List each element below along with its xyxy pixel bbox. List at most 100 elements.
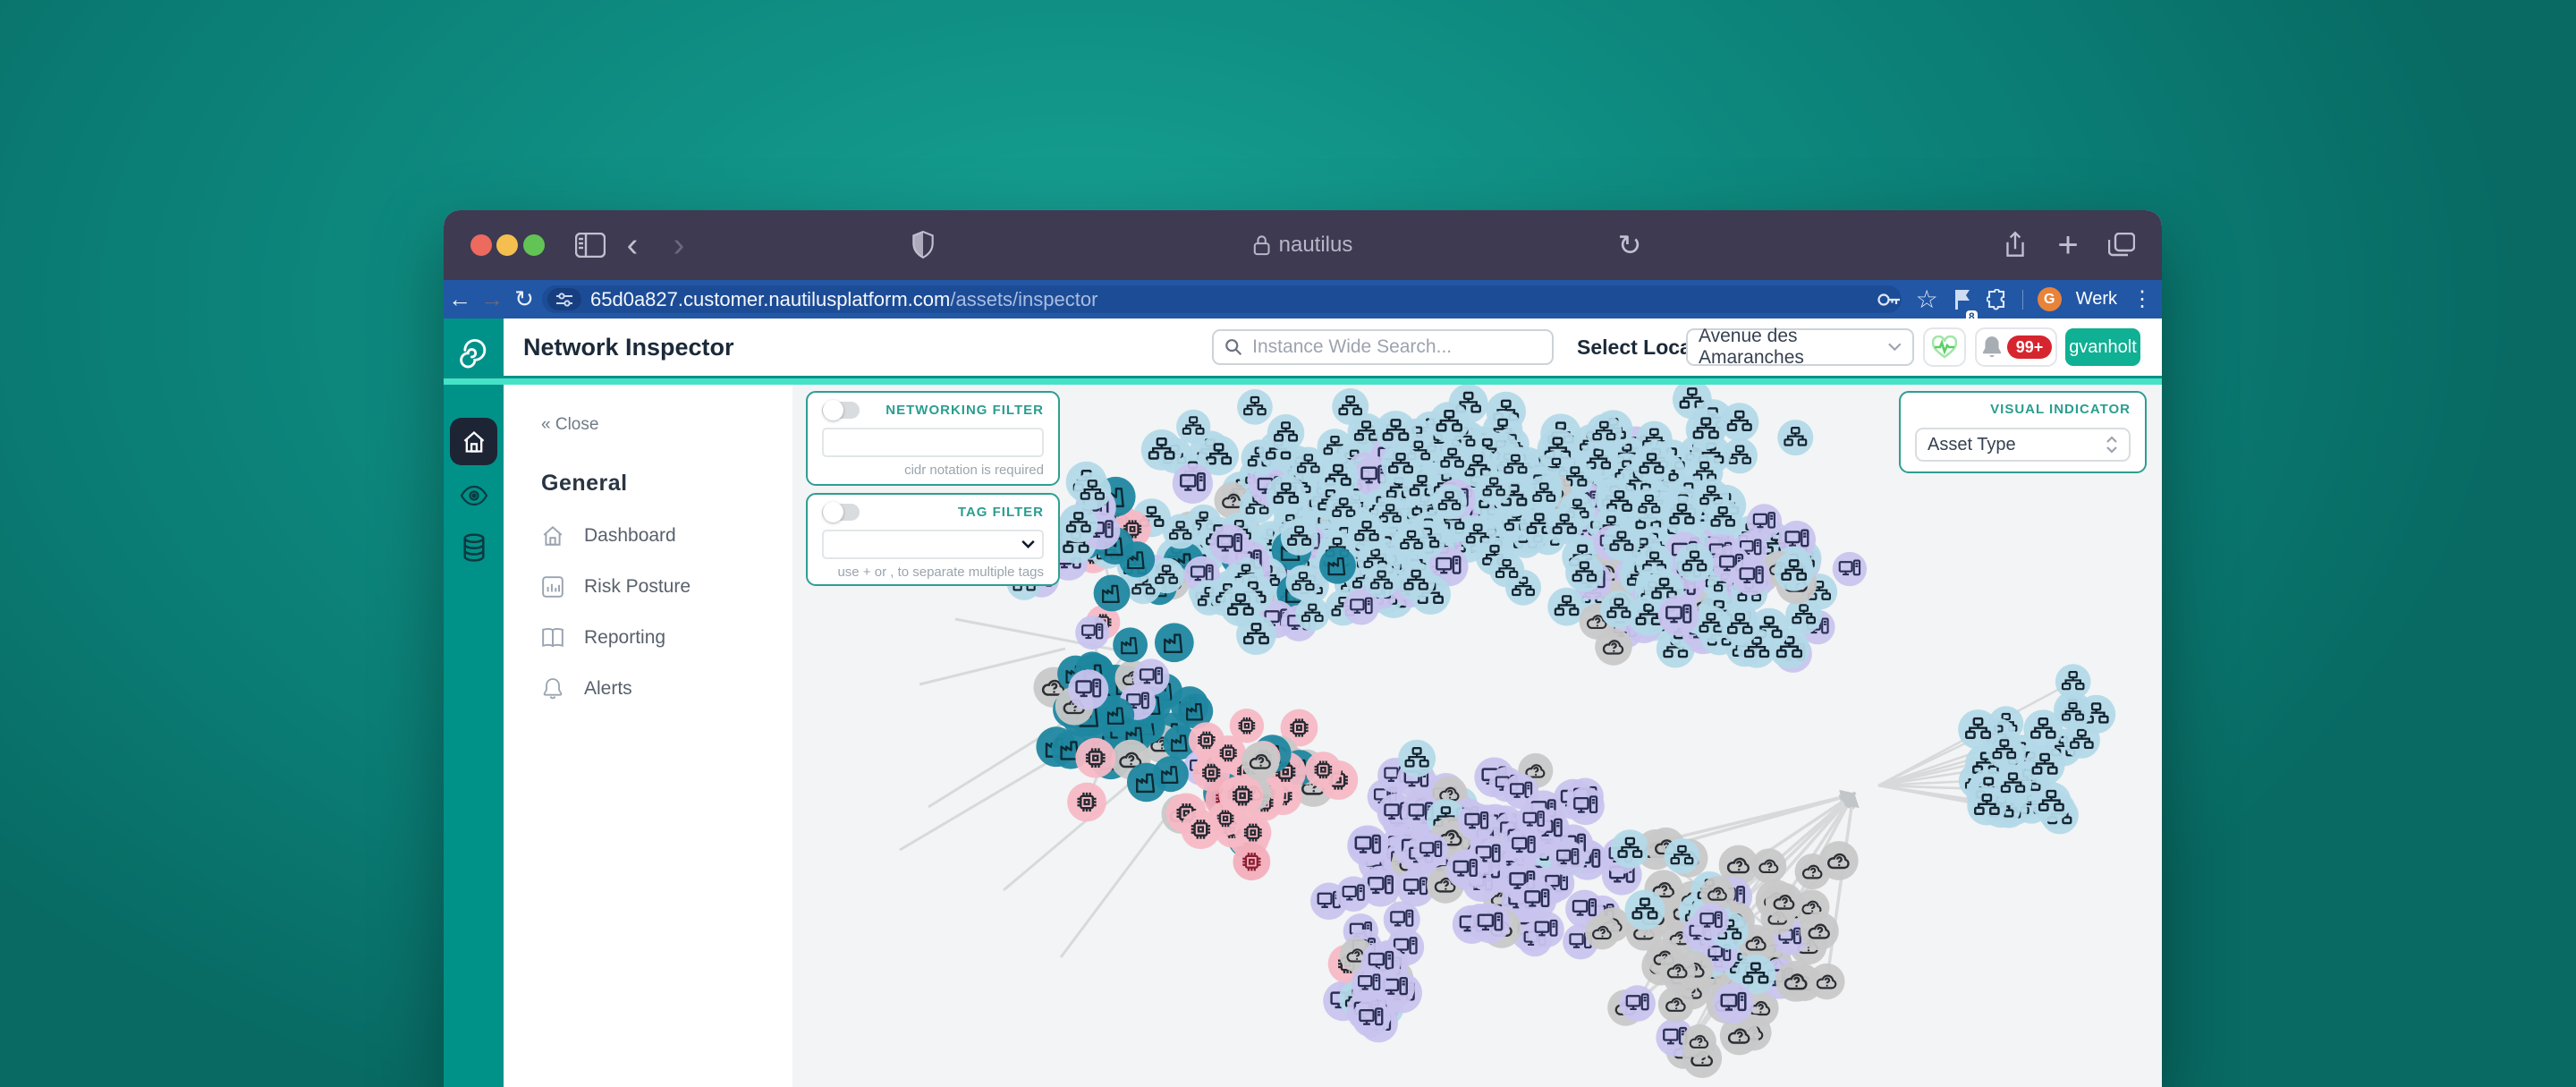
graph-node-workstation[interactable]: [1446, 850, 1485, 888]
graph-node-lan[interactable]: [1397, 562, 1436, 600]
graph-node-workstation[interactable]: [1347, 825, 1388, 866]
back-icon[interactable]: ‹: [619, 210, 646, 280]
graph-node-lan[interactable]: [1704, 499, 1741, 537]
graph-node-chip[interactable]: [1233, 843, 1270, 880]
graph-node-cloud[interactable]: [1751, 848, 1786, 883]
graph-node-factory[interactable]: [1113, 627, 1148, 662]
graph-node-chip[interactable]: [1181, 810, 1220, 849]
graph-node-workstation[interactable]: [1733, 557, 1771, 596]
graph-node-lan[interactable]: [1611, 829, 1649, 868]
graph-node-lan[interactable]: [1428, 402, 1470, 443]
graph-node-lan[interactable]: [1686, 409, 1726, 449]
cidr-filter-input[interactable]: [822, 428, 1044, 457]
graph-node-lan[interactable]: [1586, 414, 1622, 450]
graph-node-lan[interactable]: [1663, 496, 1702, 535]
graph-node-lan[interactable]: [1774, 551, 1813, 590]
user-menu-button[interactable]: gvanholt: [2065, 328, 2140, 366]
graph-node-cloud[interactable]: [1595, 628, 1632, 666]
graph-node-lan[interactable]: [1381, 446, 1419, 484]
graph-node-cloud[interactable]: [1241, 743, 1280, 781]
nav-item-reporting[interactable]: Reporting: [541, 626, 792, 650]
notifications-button[interactable]: 99+: [1975, 327, 2057, 367]
share-icon[interactable]: [1998, 210, 2032, 280]
nav-item-dashboard[interactable]: Dashboard: [541, 524, 792, 548]
graph-node-workstation[interactable]: [1075, 616, 1109, 650]
graph-node-lan[interactable]: [1398, 740, 1436, 777]
graph-node-lan[interactable]: [1477, 471, 1512, 505]
graph-node-workstation[interactable]: [1352, 999, 1390, 1038]
minimize-window-button[interactable]: [496, 234, 518, 256]
graph-node-lan[interactable]: [1376, 411, 1417, 452]
graph-node-factory[interactable]: [1099, 698, 1134, 733]
graph-node-lan[interactable]: [1600, 590, 1638, 628]
network-graph-canvas[interactable]: NETWORKING FILTER cidr notation is requi…: [792, 385, 2162, 1087]
graph-node-lan[interactable]: [1489, 552, 1524, 587]
graph-node-cloud[interactable]: [1766, 883, 1803, 921]
networking-filter-toggle[interactable]: [822, 402, 860, 419]
graph-node-workstation[interactable]: [1550, 840, 1586, 876]
graph-node-lan[interactable]: [1394, 523, 1428, 558]
sidebar-toggle-icon[interactable]: [571, 210, 610, 280]
graph-node-lan[interactable]: [1220, 585, 1261, 626]
graph-node-chip[interactable]: [1075, 738, 1115, 778]
graph-node-workstation[interactable]: [1210, 524, 1250, 565]
graph-node-factory[interactable]: [1319, 548, 1356, 584]
graph-node-lan[interactable]: [1059, 505, 1097, 543]
graph-node-workstation[interactable]: [1517, 879, 1556, 919]
graph-node-lan[interactable]: [1141, 429, 1182, 471]
reload-icon[interactable]: ↻: [1614, 210, 1646, 280]
bookmark-star-icon[interactable]: ☆: [1916, 280, 1938, 318]
graph-node-chip[interactable]: [1305, 752, 1341, 787]
graph-node-workstation[interactable]: [1068, 669, 1108, 709]
network-graph[interactable]: [792, 385, 2162, 1087]
graph-node-chip[interactable]: [1230, 709, 1264, 743]
graph-node-lan[interactable]: [1625, 890, 1665, 930]
password-manager-icon[interactable]: [1877, 280, 1902, 318]
graph-node-lan[interactable]: [2025, 745, 2065, 786]
tab-overview-icon[interactable]: [2104, 210, 2140, 280]
chrome-forward-icon[interactable]: →: [476, 280, 508, 318]
graph-node-factory[interactable]: [1094, 574, 1131, 611]
graph-node-cloud[interactable]: [1800, 912, 1838, 950]
graph-node-lan[interactable]: [1720, 403, 1758, 441]
graph-node-workstation[interactable]: [1505, 828, 1543, 865]
graph-node-factory[interactable]: [1153, 756, 1189, 792]
graph-node-cloud[interactable]: [1659, 953, 1696, 989]
graph-node-workstation[interactable]: [1833, 552, 1867, 586]
privacy-shield-icon[interactable]: [907, 210, 939, 280]
sidebar-close-link[interactable]: « Close: [541, 415, 598, 434]
graph-node-lan[interactable]: [1526, 476, 1562, 512]
chrome-reload-icon[interactable]: ↻: [508, 280, 540, 318]
graph-node-lan[interactable]: [1267, 414, 1305, 452]
tag-filter-toggle[interactable]: [822, 504, 860, 521]
instance-search[interactable]: [1212, 329, 1554, 365]
close-window-button[interactable]: [470, 234, 492, 256]
new-tab-icon[interactable]: +: [2051, 210, 2085, 280]
graph-node-lan[interactable]: [1675, 543, 1714, 582]
graph-node-lan[interactable]: [1332, 388, 1368, 425]
graph-node-lan[interactable]: [1285, 565, 1320, 599]
graph-node-lan[interactable]: [1073, 472, 1111, 510]
health-pulse-button[interactable]: [1923, 327, 1966, 367]
graph-node-workstation[interactable]: [1458, 803, 1496, 841]
graph-node-workstation[interactable]: [1713, 983, 1754, 1024]
graph-node-workstation[interactable]: [1384, 901, 1420, 938]
graph-node-workstation[interactable]: [1335, 877, 1371, 913]
safari-address-title[interactable]: nautilus: [1253, 210, 1353, 280]
graph-node-workstation[interactable]: [1693, 904, 1729, 939]
search-input[interactable]: [1250, 335, 1541, 359]
graph-node-workstation[interactable]: [1566, 787, 1604, 825]
nav-item-risk-posture[interactable]: Risk Posture: [541, 575, 792, 599]
graph-node-workstation[interactable]: [1658, 595, 1699, 636]
nautilus-logo[interactable]: [444, 318, 504, 376]
graph-node-lan[interactable]: [1665, 838, 1700, 874]
graph-node-chip[interactable]: [1067, 783, 1106, 822]
chrome-menu-kebab-icon[interactable]: ⋮: [2131, 280, 2153, 318]
extension-flag-icon[interactable]: 8: [1953, 280, 1972, 318]
nav-item-alerts[interactable]: Alerts: [541, 677, 792, 701]
graph-node-lan[interactable]: [1546, 506, 1583, 544]
graph-node-lan[interactable]: [1565, 554, 1604, 592]
chrome-back-icon[interactable]: ←: [444, 280, 476, 318]
graph-node-cloud[interactable]: [1775, 961, 1817, 1002]
graph-node-lan[interactable]: [1967, 786, 2006, 825]
